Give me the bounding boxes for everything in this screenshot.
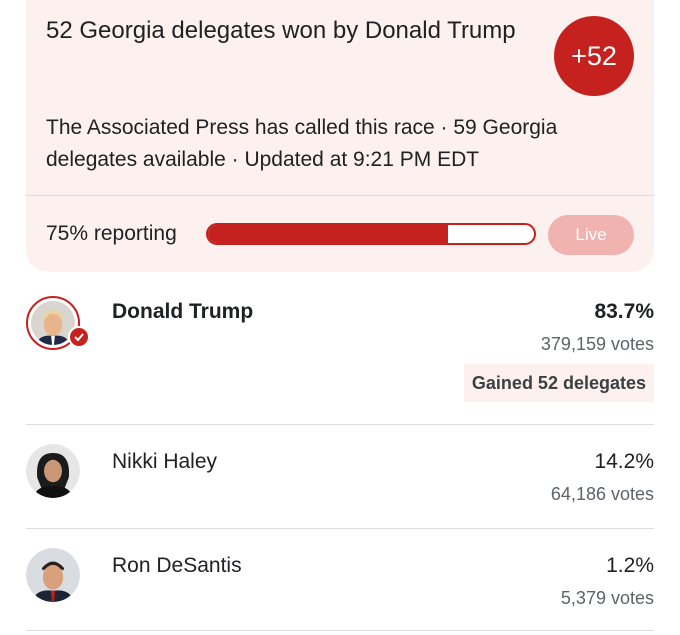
portrait-desantis-icon — [26, 548, 80, 602]
row-divider — [26, 424, 654, 425]
candidate-name: Ron DeSantis — [112, 554, 242, 577]
candidate-votes: 379,159 votes — [540, 334, 654, 354]
delegates-won-badge: +52 — [554, 16, 634, 96]
race-summary-card: 52 Georgia delegates won by Donald Trump… — [26, 0, 654, 272]
candidate-row-haley[interactable]: Nikki Haley 14.2% 64,186 votes — [26, 444, 654, 514]
row-divider — [26, 528, 654, 529]
reporting-label: 75% reporting — [46, 222, 177, 245]
reporting-progress-bar — [206, 223, 536, 245]
race-description: The Associated Press has called this rac… — [46, 116, 558, 171]
avatar-desantis — [26, 548, 80, 602]
delegates-gained-label: Gained 52 delegates — [463, 364, 654, 402]
row-divider — [26, 630, 654, 631]
candidate-votes: 5,379 votes — [560, 588, 654, 608]
candidate-row-desantis[interactable]: Ron DeSantis 1.2% 5,379 votes — [26, 548, 654, 618]
race-headline: 52 Georgia delegates won by Donald Trump — [46, 17, 516, 44]
candidate-percent: 1.2% — [606, 554, 654, 577]
candidate-percent: 14.2% — [594, 450, 654, 473]
avatar-haley — [26, 444, 80, 498]
portrait-haley-icon — [26, 444, 80, 498]
candidate-percent: 83.7% — [594, 300, 654, 323]
candidate-row-trump[interactable]: Donald Trump 83.7% 379,159 votes Gained … — [26, 296, 654, 406]
checkmark-icon — [68, 326, 90, 348]
card-divider — [26, 195, 654, 196]
candidate-name: Nikki Haley — [112, 450, 218, 473]
reporting-progress-fill — [208, 225, 448, 243]
candidate-name: Donald Trump — [112, 300, 254, 323]
candidate-votes: 64,186 votes — [550, 484, 654, 504]
live-button[interactable]: Live — [548, 215, 634, 255]
